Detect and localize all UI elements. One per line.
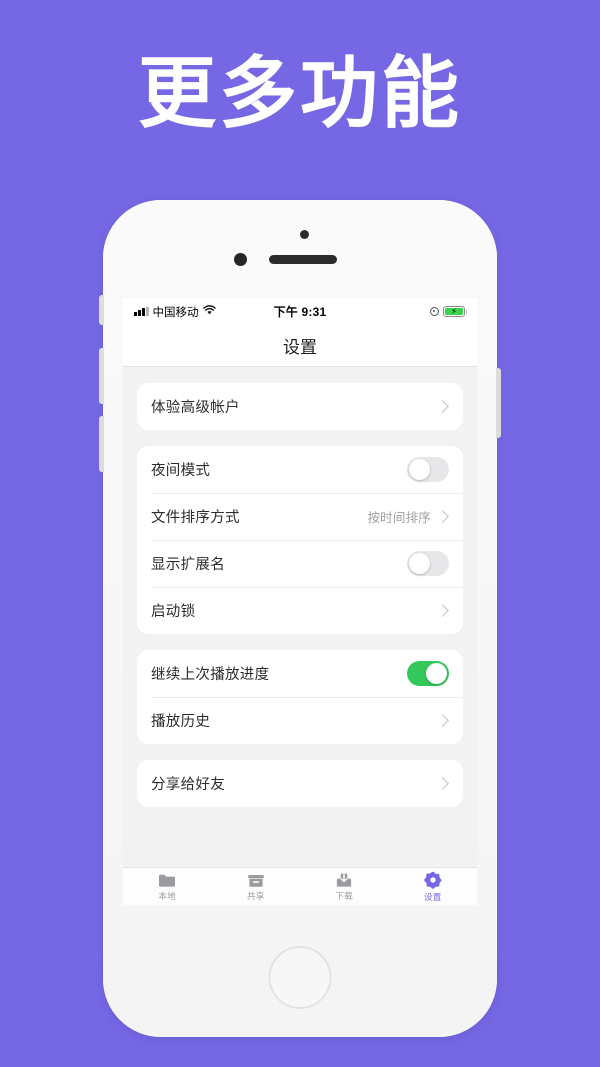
gear-icon <box>423 871 442 889</box>
page-title: 更多功能 <box>137 49 462 137</box>
settings-row-label: 文件排序方式 <box>151 510 240 526</box>
download-tray-icon <box>335 872 353 888</box>
settings-row-toggle[interactable] <box>407 457 449 482</box>
settings-group: 继续上次播放进度 播放历史 <box>137 650 463 744</box>
settings-row-label: 体验高级帐户 <box>151 400 240 416</box>
home-button[interactable] <box>268 946 332 1009</box>
chevron-right-icon <box>436 714 449 727</box>
settings-row-label: 播放历史 <box>151 714 211 730</box>
settings-row-label: 分享给好友 <box>151 777 225 793</box>
settings-group: 夜间模式文件排序方式 按时间排序显示扩展名启动锁 <box>137 446 463 634</box>
status-bar-left: 中国移动 <box>134 304 216 320</box>
phone-device-frame: 中国移动 下午 9:31 ⚡ 设置 体验高级帐户 夜间模式 文件排序方式 按时间… <box>99 200 501 1037</box>
settings-row-label: 启动锁 <box>151 604 196 620</box>
settings-list[interactable]: 体验高级帐户 夜间模式文件排序方式 按时间排序显示扩展名启动锁继续上次播放进度 播放历… <box>123 367 477 869</box>
battery-charging-icon: ⚡ <box>443 306 468 317</box>
volume-down-button[interactable] <box>99 416 104 472</box>
settings-group: 分享给好友 <box>137 760 463 807</box>
settings-group: 体验高级帐户 <box>137 383 463 430</box>
nav-bar: 设置 <box>123 325 477 367</box>
tab-bar[interactable]: 本地 共享 下载 设置 <box>123 867 477 905</box>
carrier-label: 中国移动 <box>152 306 199 319</box>
wifi-icon <box>202 305 216 318</box>
front-camera-icon <box>234 253 247 266</box>
status-bar: 中国移动 下午 9:31 ⚡ <box>123 298 477 325</box>
toggle-knob <box>425 662 448 685</box>
chevron-right-icon <box>436 510 449 523</box>
settings-row[interactable]: 启动锁 <box>137 587 463 634</box>
mute-switch-button[interactable] <box>99 295 104 325</box>
settings-row-toggle[interactable] <box>407 661 449 686</box>
folder-icon <box>158 872 176 888</box>
phone-screen: 中国移动 下午 9:31 ⚡ 设置 体验高级帐户 夜间模式 文件排序方式 按时间… <box>123 298 477 905</box>
settings-row-label: 夜间模式 <box>151 463 211 479</box>
settings-row[interactable]: 夜间模式 <box>137 446 463 493</box>
settings-row[interactable]: 体验高级帐户 <box>137 383 463 430</box>
location-services-icon <box>430 307 439 316</box>
chevron-right-icon <box>436 604 449 617</box>
settings-row-label: 继续上次播放进度 <box>151 667 270 683</box>
settings-row-toggle[interactable] <box>407 551 449 576</box>
tab-label: 设置 <box>423 891 442 902</box>
settings-row[interactable]: 分享给好友 <box>137 760 463 807</box>
toggle-knob <box>408 552 431 575</box>
tab-archive-box[interactable]: 共享 <box>212 868 301 905</box>
archive-box-icon <box>247 872 265 888</box>
tab-download-tray[interactable]: 下载 <box>300 868 389 905</box>
chevron-right-icon <box>436 400 449 413</box>
status-bar-right: ⚡ <box>430 306 468 317</box>
chevron-right-icon <box>436 777 449 790</box>
tab-label: 下载 <box>335 890 354 901</box>
tab-folder[interactable]: 本地 <box>123 868 212 905</box>
power-button[interactable] <box>496 368 501 438</box>
proximity-sensor-icon <box>300 230 309 239</box>
earpiece-speaker-icon <box>269 255 337 264</box>
tab-label: 共享 <box>246 890 265 901</box>
settings-row-value: 按时间排序 <box>367 511 431 525</box>
settings-row[interactable]: 继续上次播放进度 <box>137 650 463 697</box>
settings-row-label: 显示扩展名 <box>151 557 225 573</box>
nav-bar-title: 设置 <box>283 338 317 357</box>
tab-label: 本地 <box>158 890 177 901</box>
settings-row[interactable]: 播放历史 <box>137 697 463 744</box>
settings-row[interactable]: 显示扩展名 <box>137 540 463 587</box>
tab-gear[interactable]: 设置 <box>389 868 478 905</box>
volume-up-button[interactable] <box>99 348 104 404</box>
signal-bars-icon <box>134 307 149 316</box>
toggle-knob <box>408 458 431 481</box>
settings-row[interactable]: 文件排序方式 按时间排序 <box>137 493 463 540</box>
